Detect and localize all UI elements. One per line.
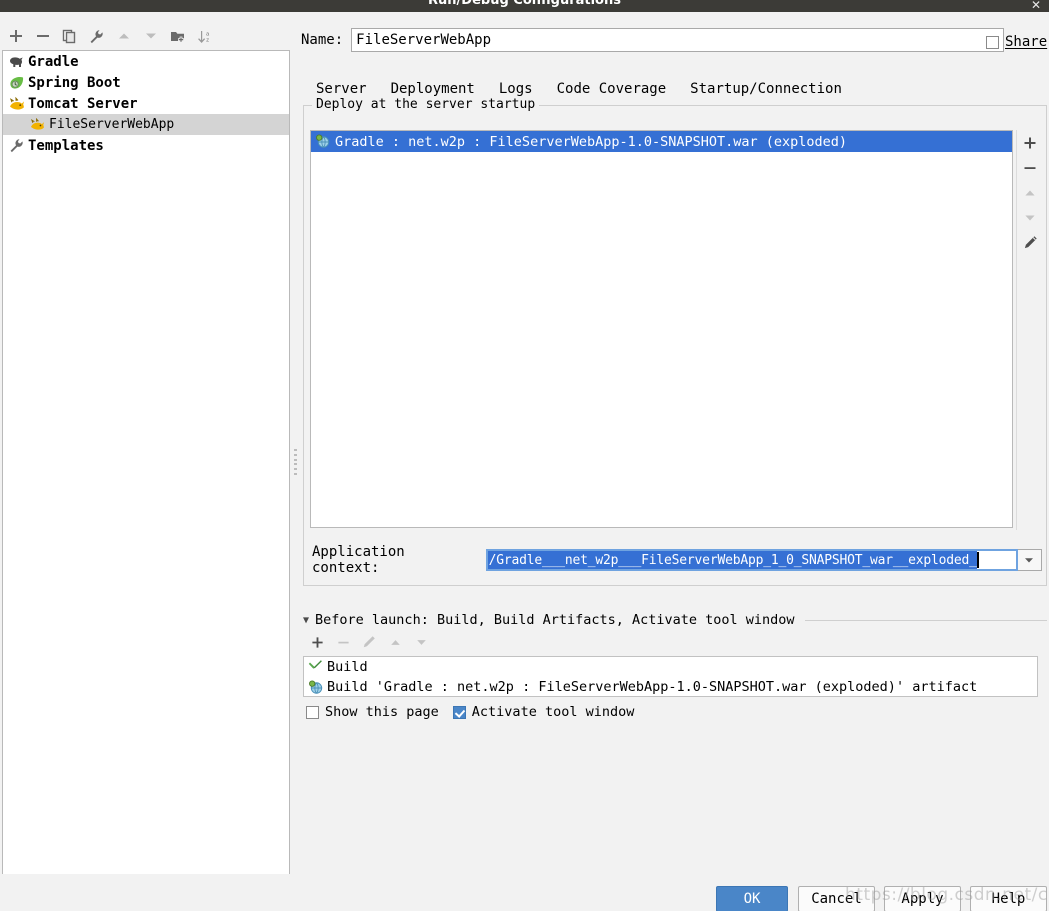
task-label: Build 'Gradle : net.w2p : FileServerWebA… (327, 679, 978, 695)
ok-button[interactable]: OK (716, 886, 788, 911)
tab-label: Code Coverage (556, 80, 667, 97)
application-context-row: Application context: /Gradle___net_w2p__… (312, 544, 1042, 576)
activate-tool-window-checkbox[interactable] (452, 705, 466, 719)
triangle-down-icon[interactable]: ▼ (303, 615, 309, 626)
move-task-down-button[interactable] (408, 631, 434, 653)
text-caret (976, 552, 979, 568)
triangle-down-icon[interactable] (137, 24, 164, 48)
artifact-row[interactable]: Gradle : net.w2p : FileServerWebApp-1.0-… (311, 131, 1012, 152)
help-button[interactable]: Help (970, 886, 1047, 911)
deploy-group-title: Deploy at the server startup (312, 97, 540, 112)
dialog-title: Run/Debug Configurations (428, 0, 621, 8)
show-this-page-checkbox[interactable] (306, 705, 319, 719)
svg-text:z: z (206, 36, 209, 43)
add-configuration-button[interactable] (2, 24, 29, 48)
artifact-globe-icon (315, 134, 331, 149)
add-task-button[interactable] (304, 631, 330, 653)
tab-label: Server (316, 80, 367, 97)
application-context-label: Application context: (312, 544, 405, 576)
task-row[interactable]: Build 'Gradle : net.w2p : FileServerWebA… (304, 677, 1037, 696)
tree-item-gradle[interactable]: Gradle (3, 51, 289, 72)
copy-configuration-button[interactable] (56, 24, 83, 48)
task-label: Build (327, 659, 368, 675)
tree-item-spring-boot[interactable]: Spring Boot (3, 72, 289, 93)
chevron-down-icon (1025, 558, 1034, 563)
header-divider (804, 619, 1047, 621)
configurations-tree[interactable]: Gradle Spring Boot Tomcat Server FileSer… (2, 50, 290, 886)
build-hammer-icon (308, 659, 324, 675)
sort-az-icon[interactable]: a z (191, 24, 218, 48)
tree-item-templates[interactable]: Templates (3, 135, 289, 156)
before-launch-toolbar (304, 630, 504, 654)
move-artifact-down-button[interactable] (1017, 205, 1044, 230)
application-context-value: /Gradle___net_w2p___FileServerWebApp_1_0… (487, 551, 977, 569)
tree-item-label: FileServerWebApp (49, 117, 175, 132)
tree-item-fileserverwebapp[interactable]: FileServerWebApp (3, 114, 289, 135)
application-context-input[interactable]: /Gradle___net_w2p___FileServerWebApp_1_0… (485, 549, 1018, 571)
tab-code-coverage[interactable]: Code Coverage (545, 74, 679, 103)
gradle-elephant-icon (8, 54, 25, 70)
spring-leaf-icon (8, 75, 25, 91)
tree-item-tomcat-server[interactable]: Tomcat Server (3, 93, 289, 114)
deploy-at-startup-group: Deploy at the server startup Gradle : ne… (303, 97, 1047, 586)
tomcat-cat-icon (8, 96, 25, 112)
task-row[interactable]: Build (304, 657, 1037, 677)
activate-tool-window-label: Activate tool window (471, 704, 635, 720)
configurations-sidebar: a z Gradle Spring Boot Tomcat Server Fil… (0, 12, 291, 886)
tab-label: Deployment (390, 80, 475, 97)
artifact-globe-icon (308, 679, 324, 695)
sidebar-toolbar: a z (0, 22, 291, 50)
triangle-up-icon[interactable] (110, 24, 137, 48)
folder-add-icon[interactable] (164, 24, 191, 48)
artifact-label: Gradle : net.w2p : FileServerWebApp-1.0-… (335, 133, 848, 150)
configuration-editor: Name: Share Server Deployment Logs Code … (296, 12, 1049, 874)
share-checkbox[interactable] (986, 35, 999, 49)
share-label: Share (1005, 34, 1048, 50)
before-launch-task-list[interactable]: Build Build 'Gradle : net.w2p : FileServ… (303, 656, 1038, 697)
show-this-page-label: Show this page (325, 704, 439, 720)
before-launch-options: Show this page Activate tool window (306, 702, 634, 722)
tab-startup-connection[interactable]: Startup/Connection (678, 74, 854, 103)
artifact-list-toolbar (1016, 130, 1043, 530)
edit-task-button[interactable] (356, 631, 382, 653)
tab-label: Logs (498, 80, 533, 97)
dialog-button-bar: OK Cancel Apply Help (0, 874, 1049, 911)
remove-task-button[interactable] (330, 631, 356, 653)
close-icon[interactable]: ✕ (1029, 0, 1043, 12)
name-row: Name: (301, 27, 1049, 53)
add-artifact-button[interactable] (1017, 130, 1044, 155)
wrench-icon[interactable] (83, 24, 110, 48)
remove-artifact-button[interactable] (1017, 155, 1044, 180)
move-artifact-up-button[interactable] (1017, 180, 1044, 205)
before-launch-header[interactable]: ▼ Before launch: Build, Build Artifacts,… (303, 610, 1047, 630)
tree-item-label: Gradle (28, 53, 79, 70)
before-launch-title: Before launch: Build, Build Artifacts, A… (315, 612, 795, 628)
tree-item-label: Templates (28, 137, 104, 154)
share-checkbox-row[interactable]: Share (986, 34, 1047, 50)
run-debug-configurations-dialog: Run/Debug Configurations ✕ a z Gradle Sp… (0, 0, 1049, 911)
edit-artifact-button[interactable] (1017, 230, 1044, 255)
deployment-artifact-list[interactable]: Gradle : net.w2p : FileServerWebApp-1.0-… (310, 130, 1013, 528)
tomcat-cat-icon (29, 117, 46, 133)
remove-configuration-button[interactable] (29, 24, 56, 48)
wrench-icon (8, 138, 25, 154)
application-context-dropdown[interactable] (1017, 549, 1042, 571)
cancel-button[interactable]: Cancel (798, 886, 875, 911)
apply-button[interactable]: Apply (884, 886, 961, 911)
tab-label: Startup/Connection (690, 80, 842, 97)
name-label: Name: (301, 32, 344, 48)
tree-item-label: Spring Boot (28, 74, 121, 91)
name-input[interactable] (351, 28, 1005, 52)
move-task-up-button[interactable] (382, 631, 408, 653)
title-bar: Run/Debug Configurations ✕ (0, 0, 1049, 12)
tree-item-label: Tomcat Server (28, 95, 138, 112)
